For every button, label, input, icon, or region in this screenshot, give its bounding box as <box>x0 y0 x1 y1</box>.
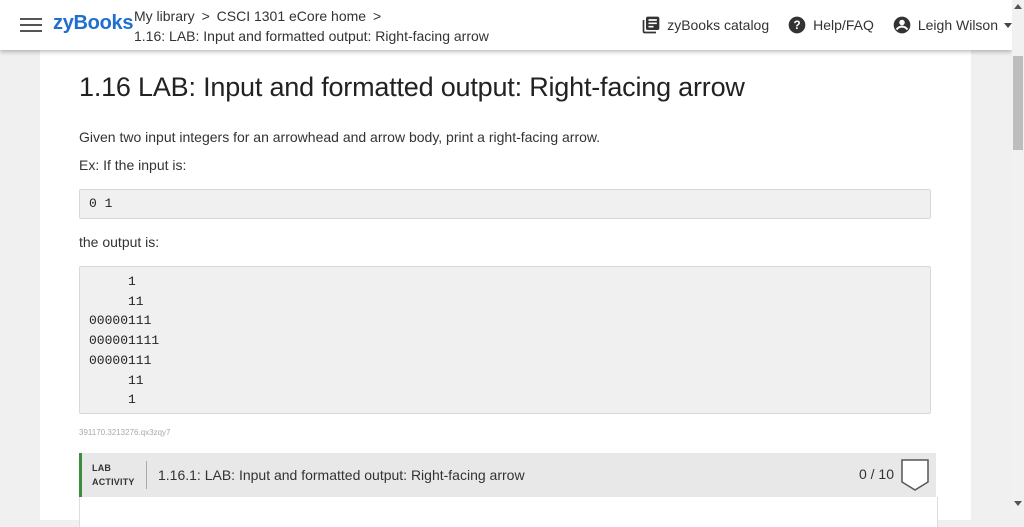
scroll-thumb[interactable] <box>1013 56 1023 150</box>
help-label: Help/FAQ <box>813 17 874 33</box>
page-title: 1.16 LAB: Input and formatted output: Ri… <box>79 72 745 102</box>
scrollbar[interactable] <box>1012 0 1024 514</box>
breadcrumb-my-library[interactable]: My library <box>134 8 195 24</box>
library-books-icon <box>642 16 660 34</box>
content-id: 391170.3213276.qx3zqy7 <box>79 428 171 437</box>
example-output-box: 1 11 00000111 000001111 00000111 11 1 <box>79 266 931 414</box>
lab-activity-title: 1.16.1: LAB: Input and formatted output:… <box>158 467 525 483</box>
scroll-down-icon[interactable] <box>1014 501 1022 506</box>
example-input-box: 0 1 <box>79 189 931 219</box>
breadcrumb-current: 1.16: LAB: Input and formatted output: R… <box>134 28 489 44</box>
lab-score: 0 / 10 <box>858 466 894 482</box>
completion-shield-icon <box>901 459 929 491</box>
breadcrumb-separator: > <box>201 8 210 24</box>
zybooks-logo[interactable]: zyBooks <box>53 12 133 35</box>
menu-icon[interactable] <box>20 15 42 35</box>
breadcrumb: My library > CSCI 1301 eCore home > 1.16… <box>134 6 489 46</box>
lab-activity-header[interactable]: LAB ACTIVITY 1.16.1: LAB: Input and form… <box>79 453 936 497</box>
output-label: the output is: <box>79 234 160 250</box>
help-link[interactable]: ? Help/FAQ <box>787 15 874 35</box>
example-output: 1 11 00000111 000001111 00000111 11 1 <box>89 274 160 408</box>
content-panel: 1.16 LAB: Input and formatted output: Ri… <box>40 50 971 527</box>
intro-text: Given two input integers for an arrowhea… <box>79 129 601 145</box>
lab-activity-body <box>79 497 938 527</box>
lab-tag-line1: LAB <box>92 463 112 473</box>
chevron-down-icon[interactable] <box>1004 22 1012 28</box>
lab-tag-line2: ACTIVITY <box>92 477 135 487</box>
lab-activity-tag: LAB ACTIVITY <box>92 461 135 489</box>
user-menu[interactable]: Leigh Wilson <box>892 15 1012 35</box>
user-name: Leigh Wilson <box>917 17 998 33</box>
divider <box>146 461 147 489</box>
catalog-link[interactable]: zyBooks catalog <box>641 15 769 35</box>
help-icon: ? <box>788 16 806 34</box>
top-bar: zyBooks My library > CSCI 1301 eCore hom… <box>0 0 1012 50</box>
account-icon <box>893 16 911 34</box>
breadcrumb-separator: > <box>372 8 382 24</box>
breadcrumb-course[interactable]: CSCI 1301 eCore home <box>217 8 366 24</box>
example-label: Ex: If the input is: <box>79 157 187 173</box>
catalog-label: zyBooks catalog <box>667 17 770 33</box>
example-input: 0 1 <box>89 196 113 211</box>
svg-text:?: ? <box>794 19 801 32</box>
scroll-up-icon[interactable] <box>1014 4 1022 9</box>
